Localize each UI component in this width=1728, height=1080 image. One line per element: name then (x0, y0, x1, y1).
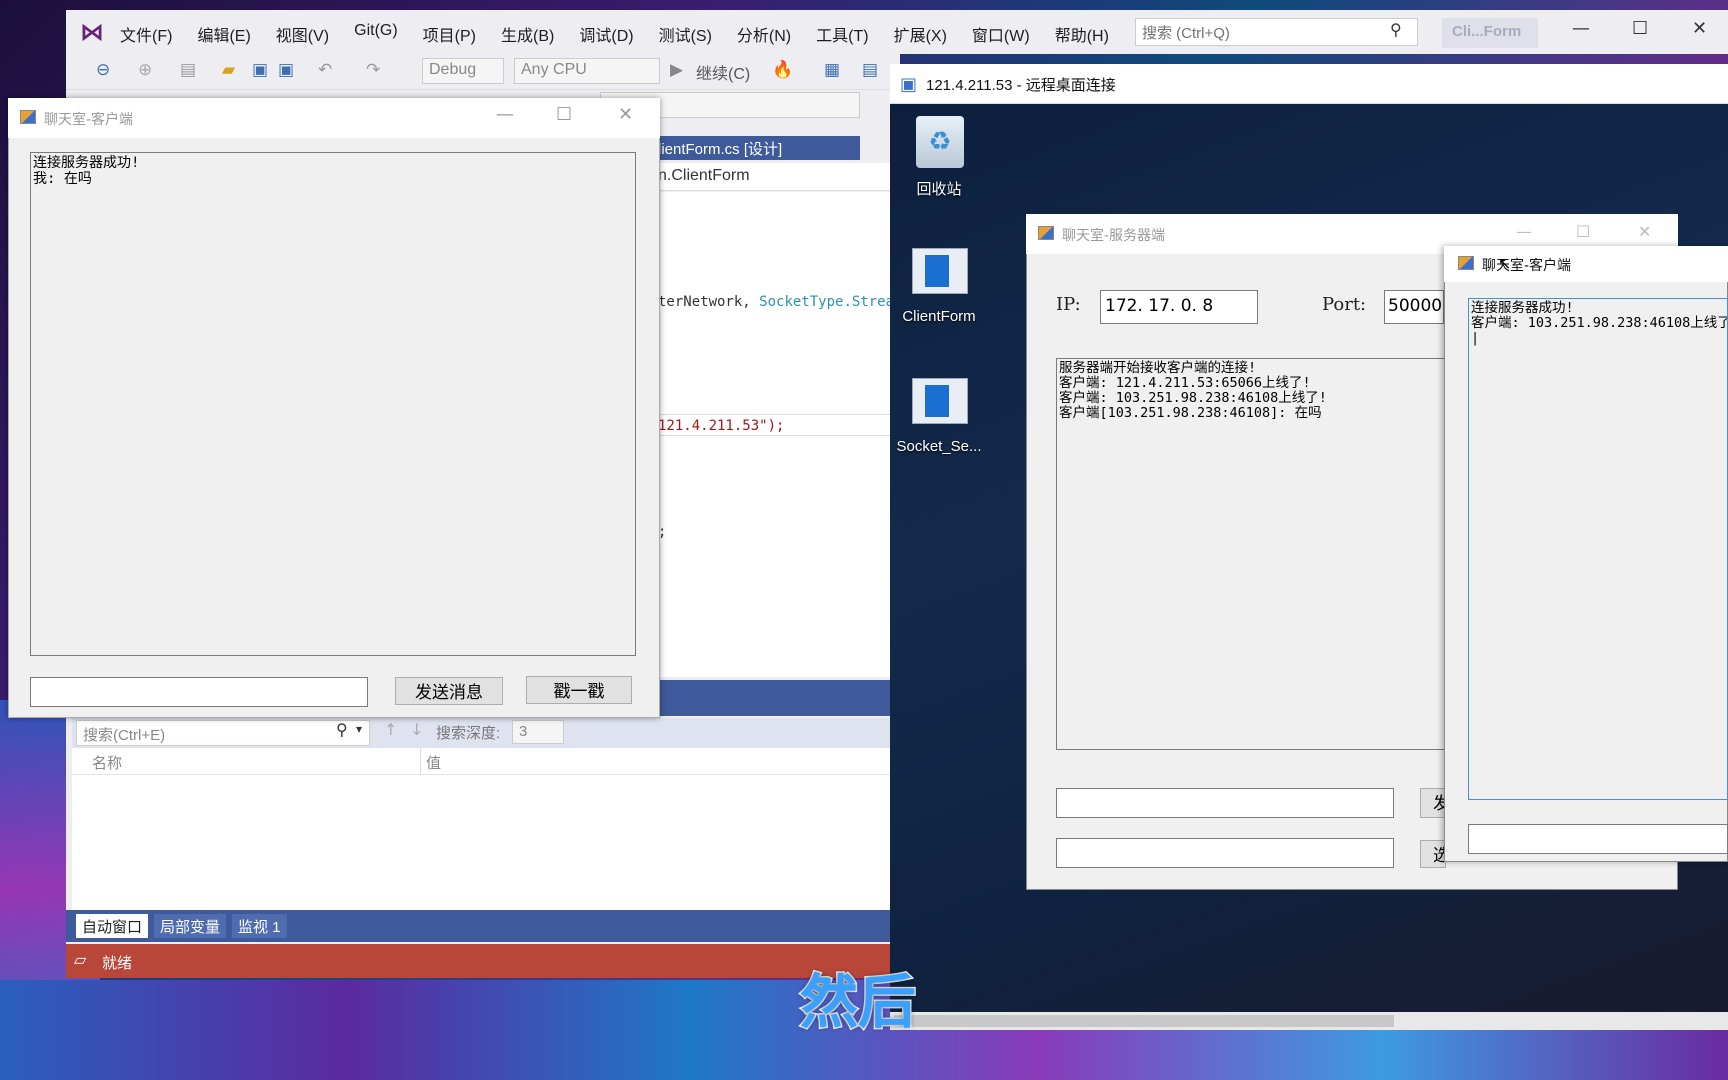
desktop-icon-label[interactable]: Socket_Se... (884, 438, 994, 455)
poke-button[interactable]: 戳一戳 (526, 676, 632, 704)
status-icon: ▱ (74, 952, 87, 969)
maximize-icon[interactable]: ☐ (556, 104, 572, 125)
tab-locals[interactable]: 局部变量 (154, 914, 227, 938)
autos-search-input[interactable]: 搜索(Ctrl+E) (76, 720, 370, 746)
menu-help[interactable]: 帮助(H) (1055, 22, 1109, 46)
undo-icon[interactable]: ↶ (318, 60, 332, 80)
status-bar: ▱ 就绪 (66, 944, 900, 978)
server-log[interactable]: 服务器端开始接收客户端的连接! 客户端: 121.4.211.53:65066上… (1056, 358, 1446, 750)
tab-watch1[interactable]: 监视 1 (232, 914, 287, 938)
recycle-bin-icon[interactable]: ♻ (916, 116, 964, 168)
code-line: terNetwork, SocketType.Strea (658, 294, 894, 310)
code-line: 121.4.211.53"); (658, 418, 785, 434)
remote-message-input[interactable] (1468, 824, 1728, 854)
save-all-icon[interactable]: ▣ (278, 60, 294, 80)
chevron-down-icon[interactable]: ▾ (356, 722, 362, 736)
server-send-button[interactable]: 发 (1420, 788, 1446, 818)
server-select-button[interactable]: 选 (1420, 840, 1446, 868)
desktop-icon-label[interactable]: 回收站 (884, 178, 994, 199)
maximize-icon[interactable]: ☐ (1632, 18, 1648, 39)
save-icon[interactable]: ▣ (252, 60, 268, 80)
port-input[interactable]: 50000 (1384, 290, 1444, 324)
tab-autos[interactable]: 自动窗口 (76, 914, 149, 938)
search-depth-select[interactable]: 3 (512, 720, 564, 744)
maximize-icon[interactable]: ☐ (1576, 222, 1590, 241)
app-icon (20, 110, 36, 124)
message-input[interactable] (30, 677, 368, 707)
menu-test[interactable]: 测试(S) (659, 22, 712, 46)
remote-horizontal-scrollbar[interactable] (890, 1012, 1728, 1030)
forward-icon[interactable]: ⊕ (138, 60, 152, 80)
remote-desktop-title: 121.4.211.53 - 远程桌面连接 (926, 77, 1116, 94)
app-icon (1458, 256, 1474, 270)
menu-extensions[interactable]: 扩展(X) (894, 22, 947, 46)
menu-project[interactable]: 项目(P) (423, 22, 476, 46)
window-title: 聊天室-客户端 (44, 112, 134, 128)
menu-debug[interactable]: 调试(D) (579, 22, 633, 46)
editor-nav-bar[interactable]: n.ClientForm (654, 163, 900, 191)
window-title: 聊天室-服务器端 (1062, 228, 1166, 244)
status-text: 就绪 (102, 955, 133, 972)
search-depth-label: 搜索深度: (436, 725, 501, 742)
app-icon (1038, 226, 1054, 240)
new-item-icon[interactable]: ▤ (180, 60, 196, 80)
port-label: Port: (1322, 294, 1367, 315)
chat-log[interactable]: 连接服务器成功! 我: 在吗 (30, 152, 636, 656)
remote-desktop-icon: ▣ (900, 74, 918, 95)
video-subtitle: 然后 (798, 967, 917, 1038)
arrow-up-icon[interactable]: ↑ (384, 720, 397, 739)
menu-tools[interactable]: 工具(T) (816, 22, 868, 46)
socket-server-exe-icon[interactable] (912, 378, 968, 424)
vs-menu: 文件(F) 编辑(E) 视图(V) Git(G) 项目(P) 生成(B) 调试(… (120, 22, 1134, 46)
back-icon[interactable]: ⊖ (96, 60, 110, 80)
mouse-cursor-icon: ↖ (1498, 254, 1512, 273)
menu-file[interactable]: 文件(F) (120, 22, 172, 46)
open-folder-icon[interactable]: ▰ (222, 60, 235, 80)
column-header-value[interactable]: 值 (426, 752, 441, 773)
menu-analyze[interactable]: 分析(N) (737, 22, 791, 46)
code-token: terNetwork, (658, 294, 751, 310)
server-message-input[interactable] (1056, 788, 1394, 818)
editor-tab-clientform-design[interactable]: lientForm.cs [设计] (654, 136, 860, 160)
menu-window[interactable]: 窗口(W) (972, 22, 1030, 46)
search-icon: ⚲ (336, 720, 348, 739)
clientform-exe-icon[interactable] (912, 248, 968, 294)
code-token: SocketType.Strea (759, 294, 895, 310)
browser-icon[interactable]: ▦ (824, 60, 840, 80)
config-select[interactable]: Debug (422, 58, 504, 84)
vs-logo-icon: ⋈ (80, 18, 104, 46)
menu-build[interactable]: 生成(B) (501, 22, 554, 46)
close-icon[interactable]: ✕ (1692, 18, 1707, 39)
minimize-icon[interactable]: — (1572, 18, 1590, 39)
remote-chat-log[interactable]: 连接服务器成功! 客户端: 103.251.98.238:46108上线了 | (1468, 298, 1728, 800)
grid-divider (72, 774, 900, 775)
menu-edit[interactable]: 编辑(E) (197, 22, 250, 46)
vs-search-input[interactable]: 搜索 (Ctrl+Q) (1135, 18, 1418, 46)
layout-icon[interactable]: ▤ (862, 60, 878, 80)
window-title: 聊天室-客户端 (1482, 258, 1572, 274)
send-message-button[interactable]: 发送消息 (395, 677, 503, 705)
menu-view[interactable]: 视图(V) (276, 22, 329, 46)
play-icon[interactable]: ▶ (670, 60, 683, 80)
minimize-icon[interactable]: — (1516, 222, 1532, 241)
hot-reload-icon[interactable]: 🔥 (772, 60, 793, 80)
minimize-icon[interactable]: — (496, 104, 514, 125)
column-divider (420, 748, 421, 774)
menu-git[interactable]: Git(G) (354, 22, 398, 46)
continue-button[interactable]: 继续(C) (696, 60, 750, 84)
platform-select[interactable]: Any CPU (514, 58, 660, 84)
ip-label: IP: (1056, 294, 1081, 315)
arrow-down-icon[interactable]: ↓ (410, 720, 423, 739)
redo-icon[interactable]: ↷ (366, 60, 380, 80)
desktop-icon-label[interactable]: ClientForm (884, 308, 994, 325)
close-icon[interactable]: ✕ (1638, 222, 1651, 241)
column-header-name[interactable]: 名称 (92, 752, 122, 773)
ip-input[interactable]: 172. 17. 0. 8 (1100, 290, 1258, 324)
server-file-path-input[interactable] (1056, 838, 1394, 868)
solution-badge[interactable]: Cli...Form (1442, 18, 1538, 48)
close-icon[interactable]: ✕ (618, 104, 633, 125)
search-icon: ⚲ (1390, 20, 1402, 39)
autos-grid (72, 748, 900, 910)
